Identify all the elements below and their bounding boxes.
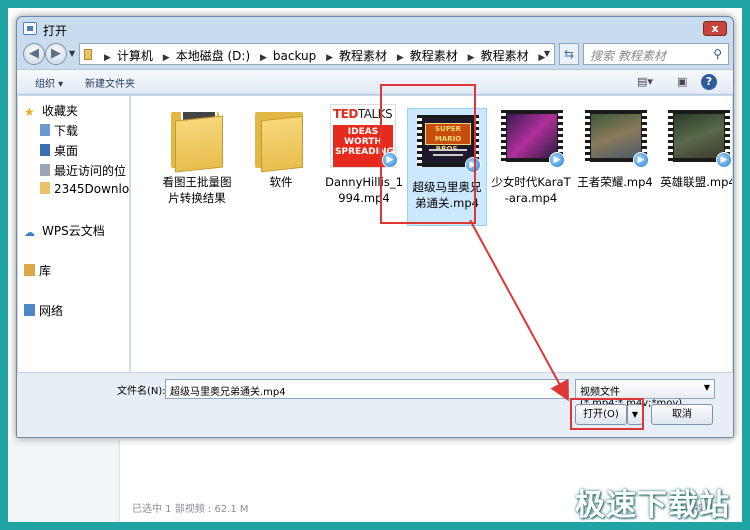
network-icon bbox=[24, 304, 35, 316]
address-bar[interactable]: ▶ 计算机 ▶ 本地磁盘 (D:) ▶ backup ▶ 教程素材 ▶ 教程素材 ▶ 教程素… bbox=[79, 43, 555, 65]
sidebar-item-downloads[interactable]: 下载 bbox=[40, 122, 78, 139]
search-icon: ⚲ bbox=[713, 47, 722, 61]
organize-button[interactable]: 组织 ▾ bbox=[35, 75, 63, 90]
sidebar-item-desktop[interactable]: 桌面 bbox=[40, 142, 78, 159]
breadcrumb-item[interactable]: 计算机 bbox=[117, 49, 153, 63]
forward-arrow-icon: ▶ bbox=[51, 46, 61, 61]
dialog-title: 打开 bbox=[43, 24, 68, 38]
breadcrumb-separator-icon[interactable]: ▶ bbox=[260, 53, 267, 63]
view-options-icon[interactable]: ▤▾ bbox=[637, 75, 653, 89]
cancel-button[interactable]: 取消 bbox=[651, 404, 713, 425]
address-dropdown-icon[interactable]: ▼ bbox=[544, 49, 550, 58]
breadcrumb: ▶ 计算机 ▶ 本地磁盘 (D:) ▶ backup ▶ 教程素材 ▶ 教程素材 ▶ 教程素… bbox=[98, 47, 551, 64]
file-name: 看图王批量图片转换结果 bbox=[162, 175, 232, 205]
help-icon[interactable]: ? bbox=[701, 74, 717, 90]
dialog-titlebar[interactable]: 打开 x bbox=[17, 17, 733, 41]
app-status-text: 已选中 1 部视频 : 62.1 M bbox=[132, 504, 249, 515]
open-file-dialog: 打开 x ◀ ▶ ▼ ▶ 计算机 ▶ 本地磁盘 (D:) ▶ backup ▶ 教程素材… bbox=[16, 16, 734, 438]
sidebar-item-label: 下载 bbox=[54, 124, 79, 138]
filename-field[interactable]: 超级马里奥兄弟通关.mp4 bbox=[165, 379, 569, 399]
sidebar-item-label: 收藏夹 bbox=[42, 104, 79, 118]
video-thumbnail: ▶ bbox=[497, 104, 565, 170]
back-arrow-icon: ◀ bbox=[29, 46, 39, 61]
desktop-icon bbox=[40, 144, 50, 156]
sidebar-item-label: 网络 bbox=[39, 304, 64, 318]
recent-icon bbox=[40, 164, 50, 176]
file-item[interactable]: 软件 bbox=[241, 104, 321, 190]
command-toolbar: 组织 ▾ 新建文件夹 ▤▾ ▣ ? bbox=[17, 69, 733, 95]
breadcrumb-separator-icon[interactable]: ▶ bbox=[104, 53, 111, 63]
file-item[interactable]: ▶ 少女时代KaraT-ara.mp4 bbox=[491, 104, 571, 206]
breadcrumb-item[interactable]: 教程素材 bbox=[410, 49, 458, 63]
folder-icon bbox=[40, 182, 50, 194]
refresh-button[interactable]: ⇆ bbox=[559, 43, 579, 65]
filename-label: 文件名(N): bbox=[117, 386, 166, 397]
back-button[interactable]: ◀ bbox=[23, 43, 45, 65]
sidebar-item-recent[interactable]: 最近访问的位 bbox=[40, 162, 126, 179]
refresh-icon: ⇆ bbox=[563, 47, 575, 61]
video-thumbnail: ▶ bbox=[581, 104, 649, 170]
download-folder-icon bbox=[40, 124, 50, 136]
breadcrumb-item[interactable]: 本地磁盘 (D:) bbox=[176, 49, 250, 63]
video-badge-icon: ▶ bbox=[716, 152, 732, 168]
folder-icon bbox=[84, 49, 92, 60]
dialog-app-icon bbox=[23, 22, 37, 35]
file-item[interactable]: 看图王批量图片转换结果 bbox=[157, 104, 237, 206]
highlight-box-file bbox=[380, 84, 476, 224]
app-border-left bbox=[0, 0, 8, 530]
breadcrumb-item[interactable]: 教程素材 bbox=[481, 49, 529, 63]
library-icon bbox=[24, 264, 35, 276]
breadcrumb-separator-icon[interactable]: ▶ bbox=[468, 53, 475, 63]
sidebar-item-library[interactable]: 库 bbox=[24, 262, 51, 279]
highlight-box-open bbox=[570, 398, 644, 430]
folder-icon bbox=[247, 104, 315, 173]
breadcrumb-separator-icon[interactable]: ▶ bbox=[163, 53, 170, 63]
file-name: 少女时代KaraT-ara.mp4 bbox=[491, 175, 571, 205]
file-name: 软件 bbox=[269, 175, 293, 189]
file-item[interactable]: ▶ 英雄联盟.mp4 bbox=[658, 104, 732, 190]
app-border-right bbox=[742, 0, 750, 530]
folder-icon bbox=[163, 104, 231, 173]
video-thumbnail: ▶ bbox=[664, 104, 732, 170]
sidebar-item-label: 桌面 bbox=[54, 144, 79, 158]
breadcrumb-separator-icon[interactable]: ▶ bbox=[397, 53, 404, 63]
preview-pane-icon[interactable]: ▣ bbox=[677, 75, 693, 89]
sidebar-item-label: 2345Downlo bbox=[54, 182, 130, 196]
history-dropdown-icon[interactable]: ▼ bbox=[69, 49, 75, 58]
cloud-icon: ☁ bbox=[24, 226, 35, 239]
watermark-logo: 极速下载站 bbox=[575, 488, 730, 523]
file-name: 王者荣耀.mp4 bbox=[577, 175, 653, 189]
video-badge-icon: ▶ bbox=[549, 152, 565, 168]
sidebar-item-label: WPS云文档 bbox=[42, 224, 105, 238]
file-item[interactable]: ▶ 王者荣耀.mp4 bbox=[575, 104, 655, 190]
file-type-select[interactable]: 视频文件(*.mp4;*.m4v;*mov) ▼ bbox=[575, 379, 715, 409]
breadcrumb-separator-icon[interactable]: ▶ bbox=[326, 53, 333, 63]
app-left-panel bbox=[8, 440, 120, 522]
app-border-top bbox=[0, 0, 750, 8]
breadcrumb-item[interactable]: 教程素材 bbox=[339, 49, 387, 63]
close-button[interactable]: x bbox=[703, 21, 727, 36]
sidebar-item-favorites[interactable]: ★ 收藏夹 bbox=[24, 102, 78, 119]
search-input[interactable]: 搜索 教程素材 ⚲ bbox=[583, 43, 729, 65]
star-icon: ★ bbox=[24, 105, 35, 119]
breadcrumb-item[interactable]: backup bbox=[273, 49, 316, 63]
sidebar-item-network[interactable]: 网络 bbox=[24, 302, 63, 319]
video-badge-icon: ▶ bbox=[633, 152, 649, 168]
forward-button[interactable]: ▶ bbox=[45, 43, 67, 65]
sidebar-item-label: 最近访问的位 bbox=[54, 164, 127, 178]
sidebar-item-label: 库 bbox=[39, 264, 52, 278]
sidebar-item-2345download[interactable]: 2345Downlo bbox=[40, 182, 129, 196]
navigation-bar: ◀ ▶ ▼ ▶ 计算机 ▶ 本地磁盘 (D:) ▶ backup ▶ 教程素材 ▶ 教程素… bbox=[21, 41, 729, 69]
chevron-down-icon: ▼ bbox=[703, 383, 710, 392]
sidebar-item-wps-cloud[interactable]: ☁ WPS云文档 bbox=[24, 222, 105, 239]
file-name: 英雄联盟.mp4 bbox=[660, 175, 732, 189]
new-folder-button[interactable]: 新建文件夹 bbox=[85, 75, 135, 90]
navigation-pane: ★ 收藏夹 下载 桌面 最近访问的位 2345Downlo ☁ WPS云文档 库 网… bbox=[18, 96, 130, 372]
search-placeholder: 搜索 教程素材 bbox=[590, 49, 666, 63]
